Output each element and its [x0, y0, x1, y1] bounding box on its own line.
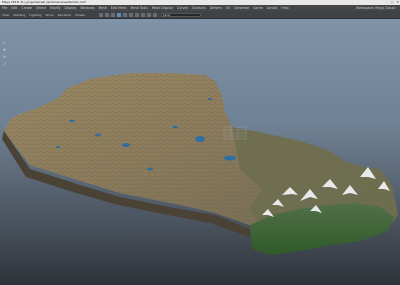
camera-field-value: persp: [162, 13, 171, 17]
3d-viewport[interactable]: ↖ ✥ ⟳ ⤢: [0, 19, 400, 285]
menu-edit-mesh[interactable]: Edit Mesh: [111, 6, 127, 10]
menu-edit[interactable]: Edit: [11, 6, 17, 10]
camera-icon[interactable]: [98, 12, 103, 17]
menu-uv[interactable]: UV: [226, 6, 231, 10]
panel-menu-panels[interactable]: Panels: [75, 13, 85, 17]
hud-icon[interactable]: [152, 12, 157, 17]
panel-menu-renderer[interactable]: Renderer: [58, 13, 72, 17]
terrain-mesh[interactable]: [0, 19, 400, 285]
menu-display[interactable]: Display: [65, 6, 77, 10]
menu-cache[interactable]: Cache: [253, 6, 263, 10]
menu-select[interactable]: Select: [36, 6, 46, 10]
menu-mesh[interactable]: Mesh: [99, 6, 107, 10]
lights-icon[interactable]: [128, 12, 133, 17]
xray-icon[interactable]: [146, 12, 151, 17]
menu-generate[interactable]: Generate: [234, 6, 249, 10]
menu-create[interactable]: Create: [22, 6, 33, 10]
menu-help[interactable]: Help: [281, 6, 288, 10]
menu-arnold[interactable]: Arnold: [267, 6, 277, 10]
menu-surfaces[interactable]: Surfaces: [192, 6, 206, 10]
panel-menu-show[interactable]: Show: [45, 13, 53, 17]
camera-field[interactable]: persp: [160, 12, 201, 17]
menu-deform[interactable]: Deform: [210, 6, 222, 10]
workspace-selector[interactable]: Workspace: Maya Classic: [356, 6, 396, 10]
menu-curves[interactable]: Curves: [177, 6, 188, 10]
menu-mesh-display[interactable]: Mesh Display: [152, 6, 173, 10]
panel-menu-view[interactable]: View: [2, 13, 9, 17]
menu-windows[interactable]: Windows: [80, 6, 94, 10]
textured-icon[interactable]: [122, 12, 127, 17]
viewport-icon-strip: [98, 12, 157, 17]
menu-modify[interactable]: Modify: [50, 6, 61, 10]
window-title: Maya 2018: D:/_projects/real_terrain/sce…: [2, 0, 87, 4]
menu-file[interactable]: File: [2, 6, 7, 10]
isolate-icon[interactable]: [140, 12, 145, 17]
panel-menu-shading[interactable]: Shading: [13, 13, 25, 17]
viewport-toolbar: View Shading Lighting Show Renderer Pane…: [0, 11, 400, 19]
grid-icon[interactable]: [104, 12, 109, 17]
smooth-shade-icon[interactable]: [116, 12, 121, 17]
wireframe-icon[interactable]: [110, 12, 115, 17]
menu-mesh-tools[interactable]: Mesh Tools: [131, 6, 148, 10]
panel-menu-lighting[interactable]: Lighting: [29, 13, 41, 17]
shadows-icon[interactable]: [134, 12, 139, 17]
